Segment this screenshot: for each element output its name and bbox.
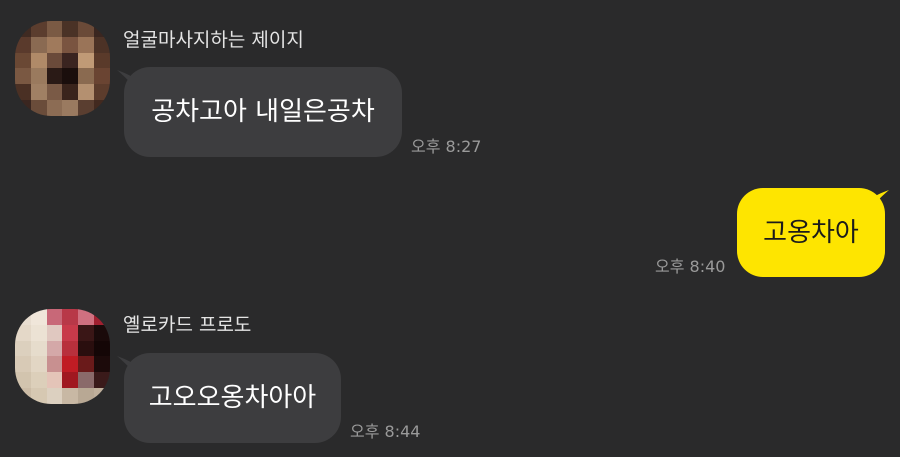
avatar-pixel: [46, 100, 63, 116]
avatar-pixel: [15, 84, 31, 101]
avatar-pixel: [78, 388, 95, 404]
avatar-pixel: [15, 52, 31, 69]
message-time: 오후 8:40: [655, 257, 726, 276]
avatar-pixel: [15, 36, 31, 53]
avatar-pixel: [78, 324, 95, 341]
avatar-pixel: [78, 340, 95, 357]
avatar-pixel: [78, 356, 95, 373]
avatar-pixel: [30, 324, 47, 341]
avatar-pixel: [94, 388, 110, 404]
avatar-pixel: [62, 21, 79, 37]
avatar-pixel: [15, 100, 31, 116]
message-time: 오후 8:44: [350, 422, 421, 441]
avatar-pixel: [94, 372, 110, 389]
avatar-pixel: [94, 340, 110, 357]
avatar-pixel: [46, 52, 63, 69]
avatar-pixel: [94, 324, 110, 341]
avatar-pixel: [30, 84, 47, 101]
avatar-pixel: [78, 52, 95, 69]
avatar-pixel: [30, 309, 47, 325]
avatar-pixel: [15, 372, 31, 389]
avatar-pixel: [15, 68, 31, 85]
sender-name: 옐로카드 프로도: [123, 314, 252, 336]
avatar-pixel: [62, 340, 79, 357]
avatar-pixel: [94, 68, 110, 85]
avatar-pixel: [62, 100, 79, 116]
avatar-pixel: [78, 100, 95, 116]
avatar-pixel: [15, 340, 31, 357]
avatar-pixel: [46, 21, 63, 37]
avatar-pixel: [30, 52, 47, 69]
avatar-pixel: [94, 356, 110, 373]
avatar-pixel: [46, 340, 63, 357]
avatar-pixel: [46, 324, 63, 341]
message-bubble[interactable]: 고옹차아: [737, 188, 885, 277]
avatar-pixel: [30, 356, 47, 373]
message-time: 오후 8:27: [411, 137, 482, 156]
avatar-pixel: [30, 36, 47, 53]
sender-avatar[interactable]: [15, 309, 110, 404]
avatar-pixel: [94, 36, 110, 53]
avatar-pixel: [30, 372, 47, 389]
avatar-pixel: [78, 372, 95, 389]
avatar-pixel: [94, 21, 110, 37]
avatar-pixel: [46, 36, 63, 53]
sender-avatar[interactable]: [15, 21, 110, 116]
avatar-pixel: [62, 52, 79, 69]
avatar-pixel: [15, 309, 31, 325]
avatar-pixel: [62, 84, 79, 101]
avatar-pixel: [46, 84, 63, 101]
avatar-pixel: [46, 388, 63, 404]
avatar-pixel: [62, 356, 79, 373]
avatar-pixel: [78, 68, 95, 85]
avatar-pixel: [78, 21, 95, 37]
avatar-pixel: [62, 372, 79, 389]
avatar-pixel: [46, 68, 63, 85]
avatar-pixel: [62, 36, 79, 53]
avatar-pixel: [30, 340, 47, 357]
avatar-pixel: [46, 372, 63, 389]
avatar-pixel: [94, 84, 110, 101]
avatar-pixel: [46, 309, 63, 325]
message-bubble[interactable]: 공차고아 내일은공차: [124, 67, 402, 157]
avatar-pixel: [15, 356, 31, 373]
avatar-pixel: [15, 21, 31, 37]
avatar-pixel: [78, 84, 95, 101]
sender-name: 얼굴마사지하는 제이지: [123, 29, 304, 51]
avatar-pixel: [94, 52, 110, 69]
message-bubble[interactable]: 고오오옹차아아: [124, 353, 341, 443]
avatar-pixel: [30, 21, 47, 37]
avatar-pixel: [62, 388, 79, 404]
avatar-pixel: [62, 68, 79, 85]
avatar-pixel: [62, 324, 79, 341]
avatar-pixel: [30, 100, 47, 116]
avatar-pixel: [94, 100, 110, 116]
avatar-pixel: [15, 388, 31, 404]
avatar-pixel: [46, 356, 63, 373]
avatar-pixel: [78, 309, 95, 325]
avatar-pixel: [78, 36, 95, 53]
avatar-pixel: [94, 309, 110, 325]
avatar-pixel: [30, 68, 47, 85]
avatar-pixel: [15, 324, 31, 341]
avatar-pixel: [62, 309, 79, 325]
avatar-pixel: [30, 388, 47, 404]
